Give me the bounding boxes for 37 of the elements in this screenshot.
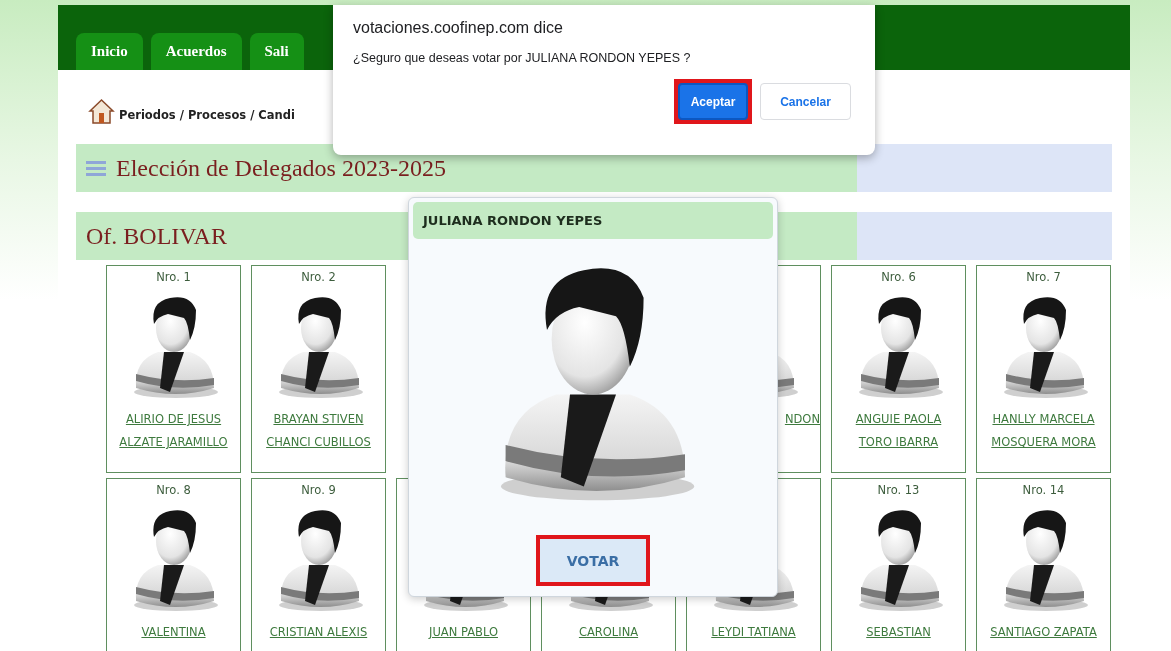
candidate-name-link[interactable]: TORO IBARRA bbox=[858, 431, 939, 454]
nav-tab[interactable]: Sali bbox=[249, 33, 304, 70]
candidate-name-link[interactable]: MOSQUERA MORA bbox=[991, 431, 1096, 454]
candidate-name-link[interactable]: CHANCI CUBILLOS bbox=[266, 431, 371, 454]
candidate-name-link[interactable]: ANGUIE PAOLA bbox=[855, 408, 942, 431]
candidate-name-link[interactable]: CAROLINA bbox=[578, 621, 639, 644]
candidate-number: Nro. 13 bbox=[877, 483, 920, 499]
election-title: Elección de Delegados 2023-2025 bbox=[116, 154, 446, 182]
house-icon[interactable] bbox=[88, 98, 115, 124]
nav-tab[interactable]: Inicio bbox=[76, 33, 143, 70]
breadcrumb: Periodos / Procesos / Candi bbox=[119, 108, 295, 124]
accept-button[interactable]: Aceptar bbox=[678, 83, 748, 120]
popup-header: JULIANA RONDON YEPES bbox=[413, 202, 773, 239]
candidate-name-link[interactable]: CRISTIAN ALEXIS bbox=[269, 621, 368, 644]
candidate-name-link[interactable]: LEYDI TATIANA bbox=[711, 621, 796, 644]
candidate-number: Nro. 9 bbox=[301, 483, 336, 499]
candidate-number: Nro. 1 bbox=[156, 270, 191, 286]
dialog-origin: votaciones.coofinep.com dice bbox=[353, 19, 564, 37]
vote-button[interactable]: VOTAR bbox=[540, 539, 646, 582]
candidate-name-link[interactable]: SEBASTIAN bbox=[866, 621, 931, 644]
candidate-number: Nro. 14 bbox=[1022, 483, 1065, 499]
dialog-message: ¿Seguro que deseas votar por JULIANA RONDON YEPES ? bbox=[353, 51, 692, 65]
candidate-name-link[interactable]: ALZATE JARAMILLO bbox=[119, 431, 228, 454]
candidate-number: Nro. 7 bbox=[1026, 270, 1061, 286]
candidate-name-link[interactable]: JUAN PABLO bbox=[429, 621, 498, 644]
candidate-number: Nro. 2 bbox=[301, 270, 336, 286]
candidate-number: Nro. 8 bbox=[156, 483, 191, 499]
candidate-number: Nro. 6 bbox=[881, 270, 916, 286]
candidate-name-link[interactable]: VALENTINA bbox=[141, 621, 206, 644]
section-title: Of. BOLIVAR bbox=[86, 222, 227, 250]
cancel-button[interactable]: Cancelar bbox=[760, 83, 851, 120]
nav-tab[interactable]: Acuerdos bbox=[150, 33, 242, 70]
candidate-name-link[interactable]: NDON bbox=[784, 408, 820, 431]
candidate-name-link[interactable]: SANTIAGO ZAPATA bbox=[990, 621, 1097, 644]
candidate-name-link[interactable]: HANLLY MARCELA bbox=[992, 408, 1095, 431]
candidate-name-link[interactable]: ALIRIO DE JESUS bbox=[125, 408, 222, 431]
candidate-name-link[interactable]: BRAYAN STIVEN bbox=[273, 408, 364, 431]
